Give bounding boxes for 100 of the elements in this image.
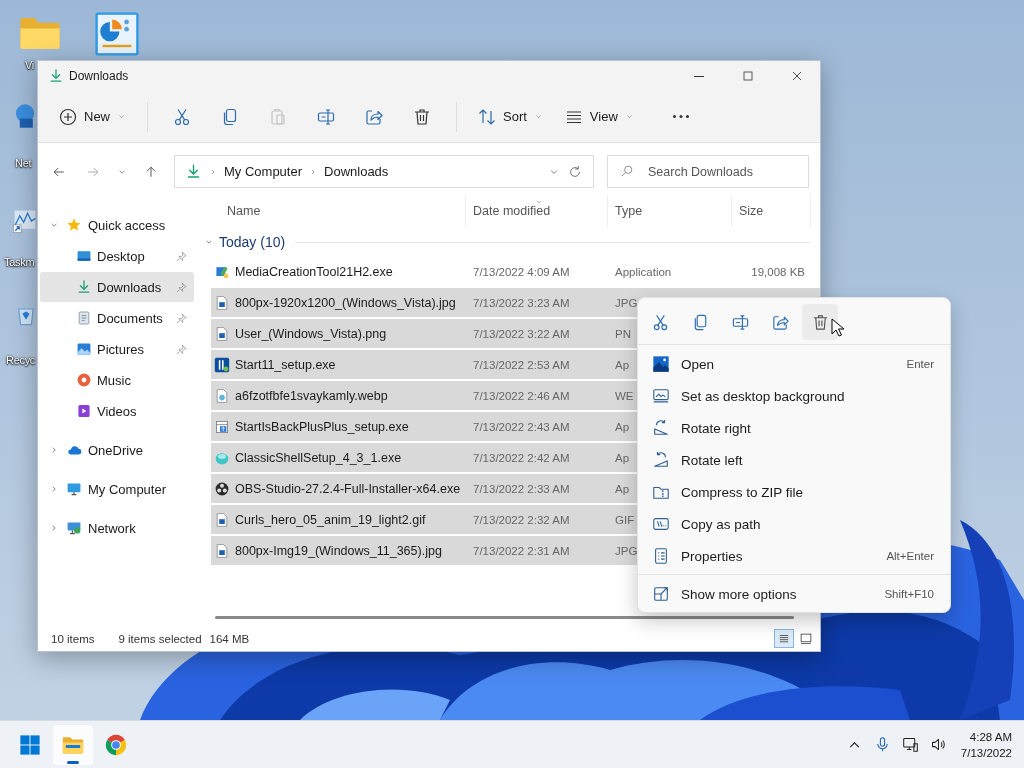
desktop-icon-label: Recyc [6, 354, 36, 366]
new-button[interactable]: New [50, 98, 135, 135]
type-cell: PN [615, 327, 631, 340]
sidebar-item[interactable]: Desktop [40, 241, 194, 271]
windows-logo-icon [18, 732, 42, 757]
desktop-icon-label: Vi [25, 59, 34, 71]
refresh-icon[interactable] [567, 163, 583, 180]
type-cell: Ap [615, 451, 630, 464]
type-cell: JPG [615, 296, 638, 309]
search-field[interactable]: Search Downloads [607, 155, 809, 188]
file-icon [214, 294, 230, 311]
size-cell: 19,008 KB [751, 265, 805, 278]
file-name: 800px-Img19_(Windows_11_365).jpg [235, 543, 442, 558]
file-name: OBS-Studio-27.2.4-Full-Installer-x64.exe [235, 481, 461, 496]
copy-path-icon [652, 515, 670, 533]
file-row[interactable]: MediaCreationTool21H2.exe 7/13/2022 4:09 AM Application 19,008 KB [211, 257, 820, 286]
type-cell: Ap [615, 358, 630, 371]
browser-icon [104, 732, 128, 757]
type-cell: JPG [615, 544, 638, 557]
sidebar-item[interactable]: Quick access [40, 210, 194, 240]
sidebar-item[interactable]: Downloads [40, 272, 194, 302]
file-name: MediaCreationTool21H2.exe [235, 264, 393, 279]
date-cell: 7/13/2022 4:09 AM [473, 265, 570, 278]
type-cell: Application [615, 265, 672, 278]
item-count: 10 items [51, 632, 95, 645]
sort-button[interactable]: Sort [469, 98, 552, 135]
search-icon [619, 163, 635, 179]
properties-icon [652, 547, 670, 565]
type-cell: Ap [615, 482, 630, 495]
rename-icon [316, 106, 336, 127]
sidebar-item[interactable]: Network [40, 513, 194, 543]
videos-icon [76, 403, 92, 419]
sidebar-item[interactable]: Videos [40, 396, 194, 426]
show-more-icon [652, 585, 670, 603]
breadcrumb[interactable]: My Computer [224, 164, 303, 179]
desktop-icon [76, 248, 92, 264]
view-button[interactable]: View [555, 98, 643, 135]
sidebar-item[interactable]: Documents [40, 303, 194, 333]
file-name: Start11_setup.exe [235, 357, 336, 372]
minimize-icon [694, 75, 704, 77]
file-icon [214, 325, 230, 342]
monitor-icon [902, 736, 920, 753]
date-cell: 7/13/2022 2:33 AM [473, 482, 570, 495]
file-name: StartIsBackPlusPlus_setup.exe [235, 419, 409, 434]
download-icon [76, 279, 92, 295]
selection-size: 164 MB [209, 632, 250, 645]
date-cell: 7/13/2022 2:43 AM [473, 420, 570, 433]
plus-circle-icon [58, 106, 78, 127]
column-header[interactable]: Type [608, 195, 732, 227]
selection-count: 9 items selected [118, 632, 202, 645]
file-icon [214, 542, 230, 559]
file-icon [214, 356, 230, 373]
file-icon [214, 418, 230, 435]
delete-button[interactable] [802, 304, 838, 340]
type-cell: Ap [615, 420, 630, 433]
monitor-icon [652, 387, 670, 405]
clock[interactable]: 4:28 AM 7/13/2022 [960, 728, 1014, 761]
sidebar-item[interactable]: Music [40, 365, 194, 395]
group-header[interactable]: Today (10) [203, 234, 286, 250]
column-header[interactable]: Date modified [466, 195, 608, 227]
download-icon [185, 163, 202, 180]
address-bar[interactable]: My Computer Downloads [174, 155, 594, 188]
date-cell: 7/13/2022 2:53 AM [473, 358, 570, 371]
column-header[interactable]: Name [211, 195, 466, 227]
maximize-icon [740, 68, 756, 84]
preview-pane-icon [799, 631, 813, 646]
window-title: Downloads [69, 69, 129, 83]
breadcrumb[interactable]: Downloads [324, 164, 389, 179]
date-cell: 7/13/2022 3:23 AM [473, 296, 570, 309]
trash-icon [412, 106, 432, 127]
scrollbar[interactable] [215, 616, 794, 619]
more-icon [672, 115, 689, 118]
column-header[interactable]: Size [732, 195, 811, 227]
file-name: 800px-1920x1200_(Windows_Vista).jpg [235, 295, 456, 310]
volume-icon [930, 736, 948, 753]
desktop-icon-label: Taskm [4, 256, 35, 268]
sidebar-item[interactable]: OneDrive [40, 435, 194, 465]
file-icon [214, 511, 230, 528]
menu-item[interactable]: Show more options Shift+F10 [638, 578, 950, 610]
date-cell: 7/13/2022 2:31 AM [473, 544, 570, 557]
explorer-taskbar-button[interactable] [53, 724, 93, 765]
type-cell: GIF [615, 513, 635, 526]
file-name: User_(Windows_Vista).png [235, 326, 387, 341]
desktop-icon-label: Net [15, 157, 32, 169]
documents-icon [76, 310, 92, 326]
sidebar-item[interactable]: My Computer [40, 474, 194, 504]
date-cell: 7/13/2022 2:42 AM [473, 451, 570, 464]
sidebar-item[interactable]: Pictures [40, 334, 194, 364]
computer-icon [66, 481, 82, 497]
pictures-icon [76, 341, 92, 357]
control-panel-icon[interactable] [93, 10, 141, 58]
star-icon [66, 217, 82, 233]
file-name: Curls_hero_05_anim_19_light2.gif [235, 512, 426, 527]
rotate-left-icon [652, 451, 670, 469]
date-cell: 7/13/2022 2:32 AM [473, 513, 570, 526]
network-icon [66, 520, 82, 536]
paste-icon [268, 106, 288, 127]
details-view-button[interactable] [774, 629, 794, 648]
image-icon [652, 355, 670, 373]
task-manager-icon[interactable] [12, 208, 38, 234]
